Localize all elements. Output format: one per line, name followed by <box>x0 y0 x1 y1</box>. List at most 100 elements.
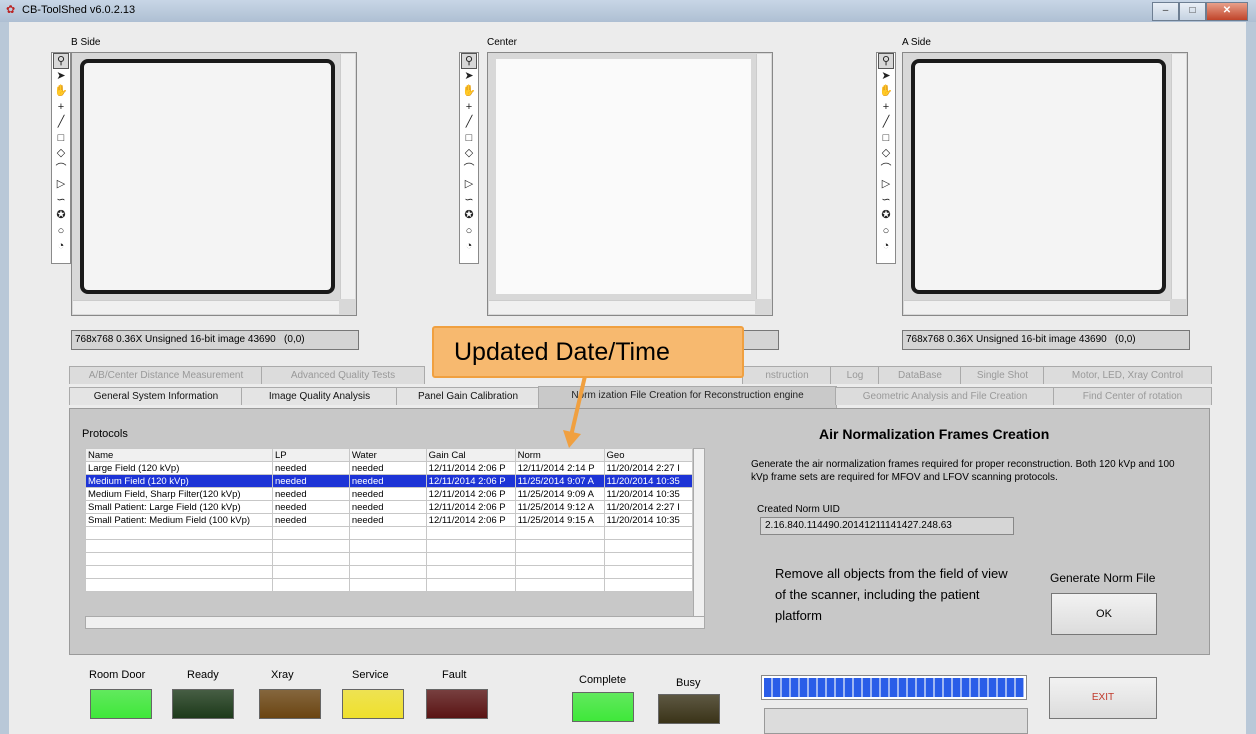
table-horizontal-scrollbar[interactable] <box>85 616 705 629</box>
pan-tool-icon[interactable]: ✋ <box>53 84 69 100</box>
minimize-button[interactable]: – <box>1152 2 1179 21</box>
polygon-tool-icon[interactable]: ▷ <box>53 177 69 193</box>
center-vertical-scrollbar[interactable] <box>756 54 771 299</box>
xray-label: Xray <box>271 669 294 681</box>
annulus-tool-icon[interactable]: ◔ <box>53 239 69 255</box>
tab-log[interactable]: Log <box>830 366 880 384</box>
table-row[interactable]: Small Patient: Large Field (120 kVp) need… <box>85 500 694 514</box>
a-side-label: A Side <box>902 37 931 48</box>
freehand-line-tool-icon[interactable]: ∽ <box>461 193 477 209</box>
crosshair-tool-icon[interactable]: + <box>461 100 477 116</box>
tab-ab-center-distance[interactable]: A/B/Center Distance Measurement <box>69 366 263 384</box>
zoom-tool-icon[interactable]: ⚲ <box>53 53 69 69</box>
tab-general-system-info[interactable]: General System Information <box>69 387 243 405</box>
tab-image-quality-analysis[interactable]: Image Quality Analysis <box>241 387 398 405</box>
col-water[interactable]: Water <box>348 448 427 462</box>
ok-button[interactable]: OK <box>1051 593 1157 635</box>
a-side-horizontal-scrollbar[interactable] <box>904 300 1170 314</box>
status-box <box>764 708 1028 734</box>
created-norm-uid-field[interactable]: 2.16.840.114490.20141211141427.248.63 <box>760 517 1014 535</box>
pan-tool-icon[interactable]: ✋ <box>878 84 894 100</box>
close-button[interactable]: ✕ <box>1206 2 1248 21</box>
b-side-toolbar: ⚲ ➤ ✋ + ╱ □ ◇ ⌒ ▷ ∽ ✪ ○ ◔ <box>51 52 71 264</box>
freehand-line-tool-icon[interactable]: ∽ <box>878 193 894 209</box>
a-side-vertical-scrollbar[interactable] <box>1171 54 1186 299</box>
b-side-info-box: 768x768 0.36X Unsigned 16-bit image 4369… <box>71 330 359 350</box>
oval-tool-icon[interactable]: ○ <box>53 224 69 240</box>
table-row[interactable]: Small Patient: Medium Field (100 kVp) nee… <box>85 513 694 527</box>
tab-single-shot[interactable]: Single Shot <box>960 366 1045 384</box>
polygon-tool-icon[interactable]: ▷ <box>461 177 477 193</box>
freehand-line-tool-icon[interactable]: ∽ <box>53 193 69 209</box>
pointer-tool-icon[interactable]: ➤ <box>878 69 894 85</box>
table-row-empty[interactable] <box>85 565 694 579</box>
table-row-empty[interactable] <box>85 526 694 540</box>
maximize-button[interactable]: □ <box>1179 2 1206 21</box>
zoom-tool-icon[interactable]: ⚲ <box>461 53 477 69</box>
line-tool-icon[interactable]: ╱ <box>878 115 894 131</box>
oval-tool-icon[interactable]: ○ <box>461 224 477 240</box>
tab-geometric-analysis[interactable]: Geometric Analysis and File Creation <box>835 387 1055 405</box>
cell-name: Medium Field, Sharp Filter(120 kVp) <box>85 487 273 501</box>
freehand-region-tool-icon[interactable]: ✪ <box>53 208 69 224</box>
exit-button[interactable]: EXIT <box>1049 677 1157 719</box>
cell-water: needed <box>348 474 427 488</box>
pointer-tool-icon[interactable]: ➤ <box>53 69 69 85</box>
pan-tool-icon[interactable]: ✋ <box>461 84 477 100</box>
pointer-tool-icon[interactable]: ➤ <box>461 69 477 85</box>
rectangle-tool-icon[interactable]: □ <box>878 131 894 147</box>
center-horizontal-scrollbar[interactable] <box>489 300 755 314</box>
protocols-table[interactable]: Name LP Water Gain Cal Norm Geo Large Fi… <box>85 448 694 592</box>
col-lp[interactable]: LP <box>271 448 350 462</box>
rotated-rect-tool-icon[interactable]: ◇ <box>461 146 477 162</box>
polygon-tool-icon[interactable]: ▷ <box>878 177 894 193</box>
tab-panel-gain-calibration[interactable]: Panel Gain Calibration <box>396 387 540 405</box>
polyline-tool-icon[interactable]: ⌒ <box>53 162 69 178</box>
polyline-tool-icon[interactable]: ⌒ <box>461 162 477 178</box>
annulus-tool-icon[interactable]: ◔ <box>461 239 477 255</box>
cell-lp: needed <box>271 474 350 488</box>
rotated-rect-tool-icon[interactable]: ◇ <box>53 146 69 162</box>
rotated-rect-tool-icon[interactable]: ◇ <box>878 146 894 162</box>
b-side-coords: (0,0) <box>284 334 305 345</box>
center-image-viewer[interactable] <box>487 52 773 316</box>
a-side-info: 768x768 0.36X Unsigned 16-bit image 4369… <box>906 334 1107 345</box>
col-norm[interactable]: Norm <box>514 448 605 462</box>
table-row-empty[interactable] <box>85 578 694 592</box>
crosshair-tool-icon[interactable]: + <box>53 100 69 116</box>
a-side-image-viewer[interactable] <box>902 52 1188 316</box>
line-tool-icon[interactable]: ╱ <box>53 115 69 131</box>
line-tool-icon[interactable]: ╱ <box>461 115 477 131</box>
col-gain-cal[interactable]: Gain Cal <box>425 448 516 462</box>
complete-label: Complete <box>579 674 627 686</box>
app-icon: ✿ <box>6 4 16 16</box>
freehand-region-tool-icon[interactable]: ✪ <box>878 208 894 224</box>
air-norm-title: Air Normalization Frames Creation <box>819 426 1050 442</box>
tab-advanced-quality[interactable]: Advanced Quality Tests <box>261 366 425 384</box>
table-row-empty[interactable] <box>85 539 694 553</box>
tab-database[interactable]: DataBase <box>878 366 962 384</box>
table-row[interactable]: Large Field (120 kVp) needed needed 12/11/2… <box>85 461 694 475</box>
col-geo[interactable]: Geo <box>603 448 694 462</box>
tab-reconstruction[interactable]: nstruction <box>742 366 832 384</box>
tab-find-center-of-rotation[interactable]: Find Center of rotation <box>1053 387 1212 405</box>
oval-tool-icon[interactable]: ○ <box>878 224 894 240</box>
table-vertical-scrollbar[interactable] <box>693 448 705 617</box>
rectangle-tool-icon[interactable]: □ <box>53 131 69 147</box>
zoom-tool-icon[interactable]: ⚲ <box>878 53 894 69</box>
center-toolbar: ⚲ ➤ ✋ + ╱ □ ◇ ⌒ ▷ ∽ ✪ ○ ◔ <box>459 52 479 264</box>
table-row-selected[interactable]: Medium Field (120 kVp) needed needed 12/11/… <box>85 474 694 488</box>
annulus-tool-icon[interactable]: ◔ <box>878 239 894 255</box>
freehand-region-tool-icon[interactable]: ✪ <box>461 208 477 224</box>
b-side-image-viewer[interactable] <box>71 52 357 316</box>
table-row-empty[interactable] <box>85 552 694 566</box>
cell-norm: 11/25/2014 9:09 A <box>514 487 605 501</box>
b-side-horizontal-scrollbar[interactable] <box>73 300 339 314</box>
table-row[interactable]: Medium Field, Sharp Filter(120 kVp) neede… <box>85 487 694 501</box>
polyline-tool-icon[interactable]: ⌒ <box>878 162 894 178</box>
crosshair-tool-icon[interactable]: + <box>878 100 894 116</box>
col-name[interactable]: Name <box>85 448 273 462</box>
rectangle-tool-icon[interactable]: □ <box>461 131 477 147</box>
b-side-vertical-scrollbar[interactable] <box>340 54 355 299</box>
tab-motor-led-xray[interactable]: Motor, LED, Xray Control <box>1043 366 1212 384</box>
